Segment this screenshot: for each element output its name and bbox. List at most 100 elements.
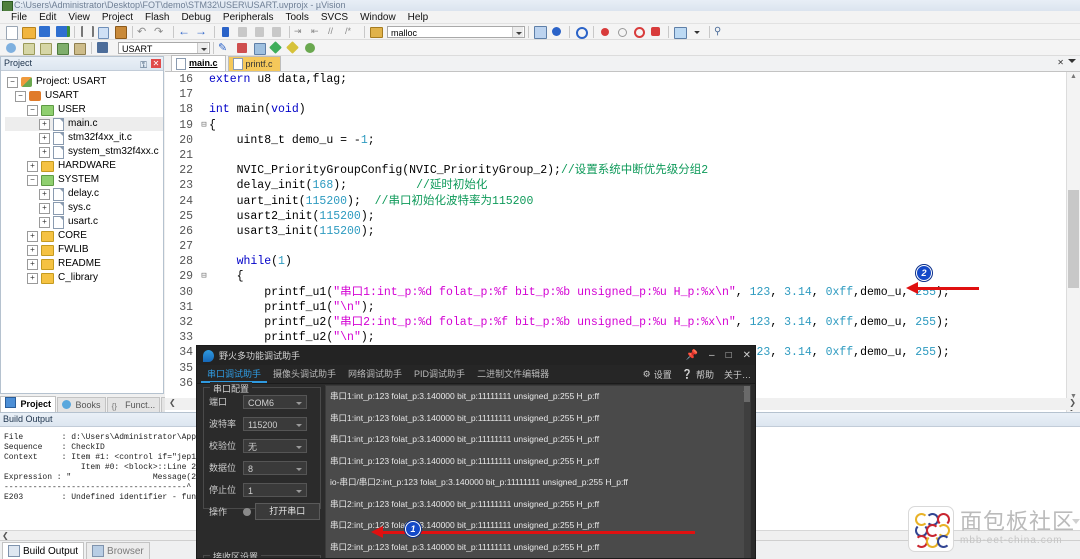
menu-item-edit[interactable]: Edit [33,11,62,24]
manage-components-icon[interactable] [252,41,267,55]
expand-icon[interactable]: + [39,202,50,214]
menu-item-project[interactable]: Project [96,11,139,24]
tree-item-stm32f4xx-it-c[interactable]: + stm32f4xx_it.c [5,131,163,145]
comment-icon[interactable]: // [328,25,343,39]
expand-icon[interactable]: + [39,188,50,200]
scroll-right-icon[interactable]: ❯ [1069,398,1076,407]
open-file-icon[interactable] [21,25,36,39]
back-icon[interactable]: ← [178,25,193,39]
expand-icon[interactable]: + [39,132,50,144]
cut-icon[interactable] [79,25,94,39]
chevron-down-icon[interactable] [512,26,523,37]
forward-icon[interactable]: → [195,25,210,39]
bookmark-prev-icon[interactable] [236,25,251,39]
tree-item-readme[interactable]: + README [5,257,163,271]
menu-item-window[interactable]: Window [354,11,402,24]
expand-icon[interactable]: + [39,146,50,158]
manage-project-icon[interactable] [235,41,250,55]
collapse-icon[interactable]: − [27,104,38,116]
tab-books[interactable]: Books [57,397,106,412]
editor-tab-list-icon[interactable] [1068,59,1076,63]
scrollbar-thumb[interactable] [1068,190,1079,288]
tree-item-usart[interactable]: − USART [5,89,163,103]
serial-output-scrollbar[interactable] [744,386,750,558]
menu-item-peripherals[interactable]: Peripherals [217,11,280,24]
collapse-icon[interactable]: + [27,160,38,172]
rebuild-icon[interactable] [38,41,53,55]
select-software-packs-icon[interactable] [286,40,301,55]
redo-icon[interactable]: ↷ [154,25,169,39]
scroll-left-icon[interactable]: ❮ [2,531,9,540]
build-icon[interactable] [21,41,36,55]
collapse-icon[interactable]: + [27,272,38,284]
uncomment-icon[interactable]: /* [345,25,360,39]
tab-functions[interactable]: {} Funct... [106,397,161,412]
dialog-tab-pid[interactable]: PID调试助手 [408,365,471,383]
tree-item-system-stm32f4xx-c[interactable]: + system_stm32f4xx.c [5,145,163,159]
outdent-icon[interactable]: ⇤ [311,25,326,39]
tree-item-system[interactable]: − SYSTEM [5,173,163,187]
bookmark-toggle-icon[interactable] [219,25,234,39]
dialog-tab-camera[interactable]: 摄像头调试助手 [267,365,342,383]
breakpoint-icon[interactable] [598,25,613,39]
menu-item-view[interactable]: View [62,11,96,24]
insert-bookmark-icon[interactable] [533,25,548,39]
scroll-left-icon[interactable]: ❮ [169,398,176,407]
parity-select[interactable]: 无 [243,438,307,453]
stopbits-select[interactable]: 1 [243,482,307,497]
tree-item-hardware[interactable]: + HARDWARE [5,159,163,173]
window-layout-dropdown-icon[interactable] [690,25,705,39]
project-tree[interactable]: − Project: USART − USART − USER + main.c + stm32f… [1,71,163,285]
maximize-icon[interactable]: □ [726,350,732,361]
databits-select[interactable]: 8 [243,460,307,475]
dialog-tab-binary-editor[interactable]: 二进制文件编辑器 [471,365,555,383]
collapse-icon[interactable]: − [27,174,38,186]
expand-icon[interactable]: + [39,118,50,130]
menu-item-svcs[interactable]: SVCS [315,11,354,24]
close-icon[interactable]: ✕ [743,350,751,361]
menu-item-flash[interactable]: Flash [139,11,175,24]
port-select[interactable]: COM6 [243,394,307,409]
menu-item-debug[interactable]: Debug [175,11,216,24]
pack-installer-icon[interactable] [269,40,284,55]
tab-project[interactable]: Project [0,396,57,412]
tree-item-project-usart[interactable]: − Project: USART [5,75,163,89]
bookmark-next-icon[interactable] [253,25,268,39]
batch-build-icon[interactable] [55,41,70,55]
tree-item-c-library[interactable]: + C_library [5,271,163,285]
chevron-down-icon[interactable] [197,42,208,53]
dialog-tab-serial[interactable]: 串口调试助手 [201,365,268,383]
download-icon[interactable] [96,41,111,55]
editor-tab-close-icon[interactable]: ✕ [1057,58,1064,67]
menu-item-tools[interactable]: Tools [280,11,315,24]
indent-icon[interactable]: ⇥ [294,25,309,39]
status-tab-browser[interactable]: Browser [86,541,150,559]
open-serial-port-button[interactable]: 打开串口 [254,503,320,520]
fold-marker[interactable]: ⊟ [199,118,209,133]
minimize-icon[interactable]: – [709,350,715,361]
tree-item-delay-c[interactable]: + delay.c [5,187,163,201]
collapse-icon[interactable]: + [27,244,38,256]
undo-icon[interactable]: ↶ [137,25,152,39]
options-target-icon[interactable]: ✎ [218,41,233,55]
status-tab-build-output[interactable]: Build Output [2,541,85,559]
save-icon[interactable] [38,25,53,39]
tree-item-fwlib[interactable]: + FWLIB [5,243,163,257]
about-button[interactable]: 关于… [724,368,751,381]
collapse-icon[interactable]: + [27,258,38,270]
pin-icon[interactable]: 📌 [686,350,698,361]
scrollbar-thumb[interactable] [744,386,750,402]
debug-step-icon[interactable] [550,25,565,39]
stop-build-icon[interactable] [72,41,87,55]
collapse-icon[interactable]: − [7,76,18,88]
collapse-icon[interactable]: − [15,90,26,102]
bookmark-clear-icon[interactable] [270,25,285,39]
editor-tab-printf-c[interactable]: printf.c [227,56,281,71]
fold-marker[interactable]: ⊟ [199,269,209,284]
tree-item-main-c[interactable]: + main.c [5,117,163,131]
configure-icon[interactable]: ⚲ [714,25,729,39]
find-icon[interactable] [574,25,589,39]
paste-icon[interactable] [113,25,128,39]
target-combo[interactable]: USART [118,41,210,54]
window-layout-icon[interactable] [673,25,688,39]
